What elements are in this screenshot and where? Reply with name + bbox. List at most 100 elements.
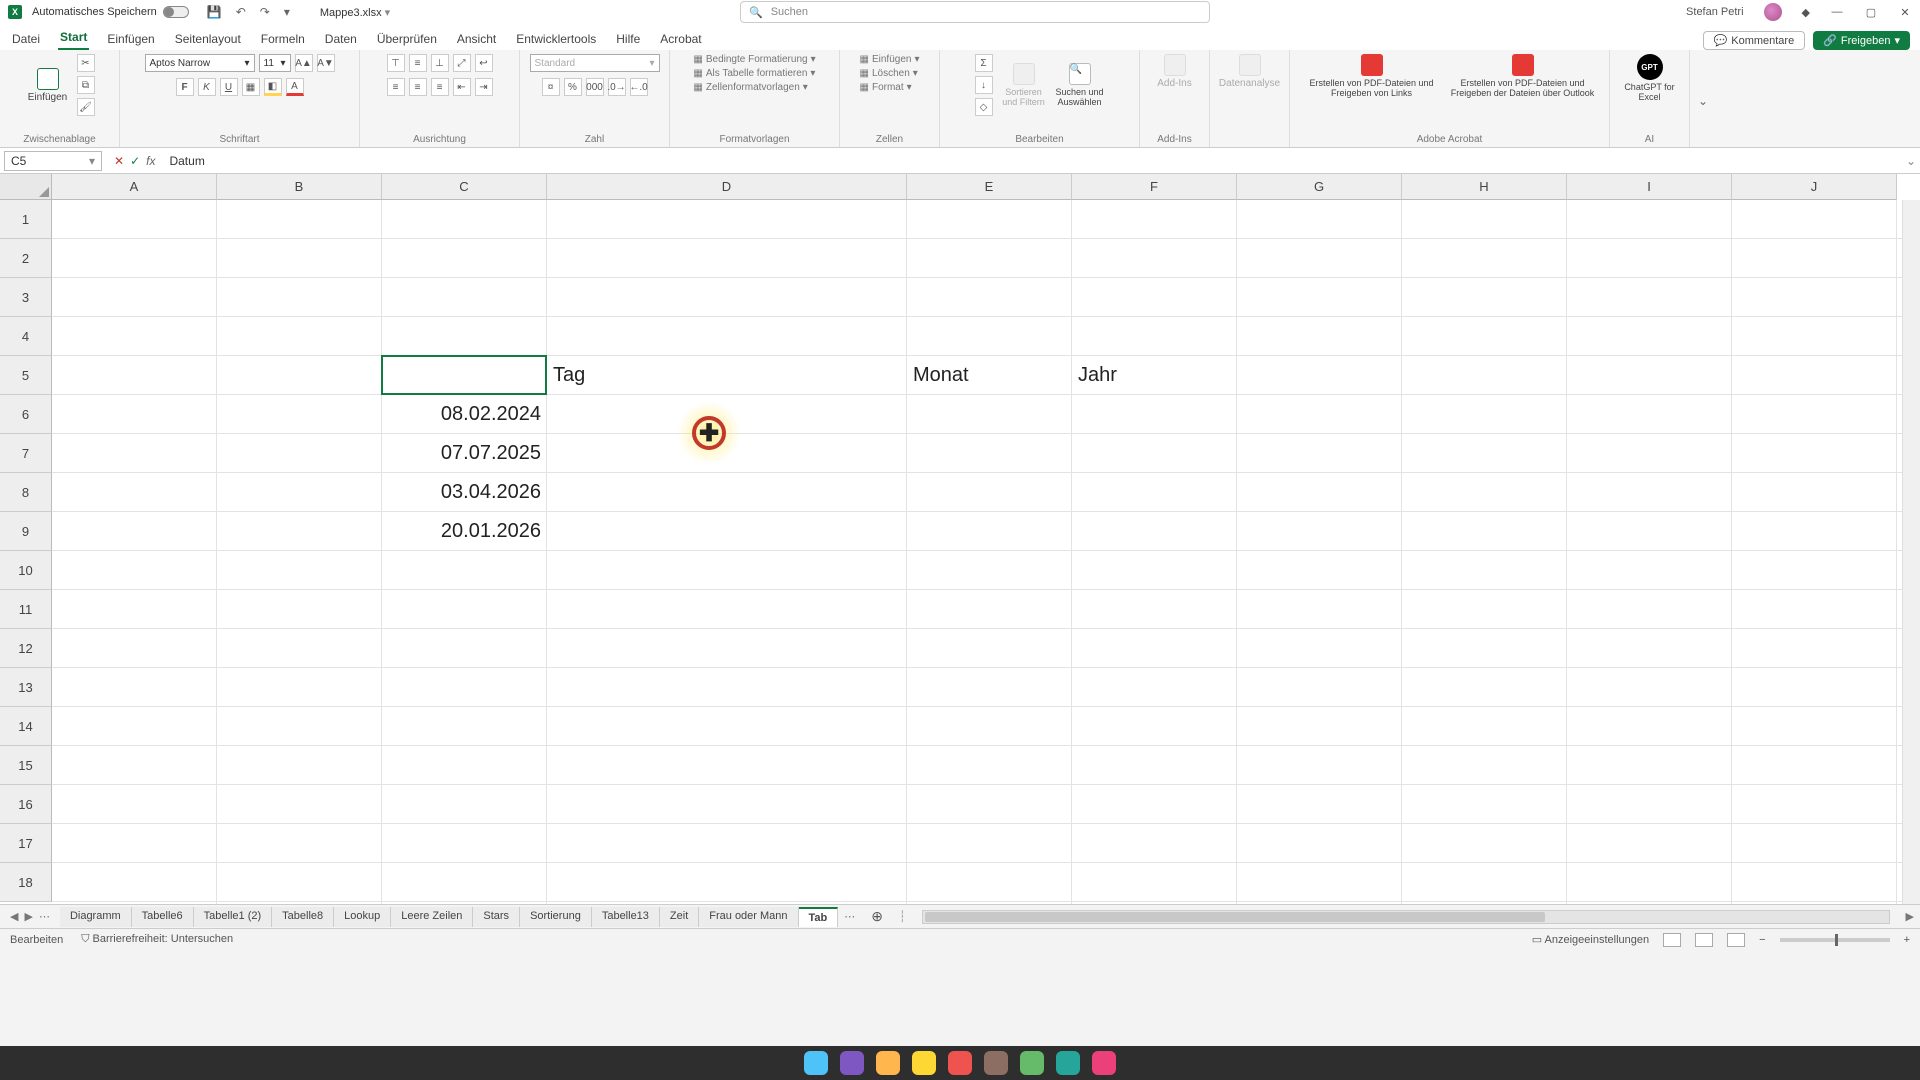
clear-icon[interactable]: ◇ [975, 98, 993, 116]
column-header-D[interactable]: D [547, 174, 907, 200]
row-header-16[interactable]: 16 [0, 785, 52, 824]
scroll-right-icon[interactable]: ▶ [1900, 910, 1920, 923]
sheet-tab-tabelle1-2-[interactable]: Tabelle1 (2) [194, 907, 272, 927]
column-header-G[interactable]: G [1237, 174, 1402, 200]
normal-view-button[interactable] [1663, 933, 1681, 947]
column-header-B[interactable]: B [217, 174, 382, 200]
sheet-tab-zeit[interactable]: Zeit [660, 907, 699, 927]
row-header-13[interactable]: 13 [0, 668, 52, 707]
vertical-scrollbar[interactable] [1902, 200, 1920, 904]
data-analysis-button[interactable]: Datenanalyse [1219, 54, 1280, 89]
row-header-8[interactable]: 8 [0, 473, 52, 512]
italic-button[interactable]: K [198, 78, 216, 96]
fill-color-button[interactable]: ◧ [264, 78, 282, 96]
sheet-tab-stars[interactable]: Stars [473, 907, 520, 927]
taskbar-app-icon[interactable] [1056, 1051, 1080, 1075]
accept-icon[interactable]: ✓ [130, 154, 140, 168]
formula-input[interactable]: Datum [163, 154, 1902, 168]
sheet-nav-next-icon[interactable]: ▶ [24, 910, 32, 923]
ribbon-tab-formeln[interactable]: Formeln [259, 28, 307, 50]
avatar[interactable] [1764, 3, 1782, 21]
column-header-H[interactable]: H [1402, 174, 1567, 200]
row-header-10[interactable]: 10 [0, 551, 52, 590]
sheet-tab-tabelle13[interactable]: Tabelle13 [592, 907, 660, 927]
sort-filter-button[interactable]: Sortieren und Filtern [999, 63, 1049, 107]
row-header-3[interactable]: 3 [0, 278, 52, 317]
cell-E5[interactable]: Monat [907, 356, 1072, 395]
sheet-tab-frau-oder-mann[interactable]: Frau oder Mann [699, 907, 798, 927]
taskbar-app-icon[interactable] [984, 1051, 1008, 1075]
fill-icon[interactable]: ↓ [975, 76, 993, 94]
font-name-select[interactable]: Aptos Narrow▾ [145, 54, 255, 72]
create-pdf-link-button[interactable]: Erstellen von PDF-Dateien und Freigeben … [1302, 54, 1442, 98]
format-cells-button[interactable]: ▦ Format ▾ [860, 82, 920, 93]
align-right-icon[interactable]: ≡ [431, 78, 449, 96]
row-header-5[interactable]: 5 [0, 356, 52, 395]
row-header-18[interactable]: 18 [0, 863, 52, 902]
column-header-F[interactable]: F [1072, 174, 1237, 200]
decrease-font-icon[interactable]: A▼ [317, 54, 335, 72]
page-layout-view-button[interactable] [1695, 933, 1713, 947]
border-button[interactable]: ▦ [242, 78, 260, 96]
orientation-icon[interactable]: ⤢ [453, 54, 471, 72]
paste-button[interactable]: Einfügen [25, 68, 71, 103]
spreadsheet-grid[interactable]: ABCDEFGHIJ 123456789101112131415161718 D… [0, 174, 1920, 904]
ribbon-tab-einfügen[interactable]: Einfügen [105, 28, 156, 50]
taskbar-app-icon[interactable] [1092, 1051, 1116, 1075]
redo-icon[interactable]: ↷ [260, 5, 270, 19]
add-sheet-button[interactable]: ⊕ [861, 908, 893, 925]
underline-button[interactable]: U [220, 78, 238, 96]
ribbon-tab-hilfe[interactable]: Hilfe [614, 28, 642, 50]
save-icon[interactable]: 💾 [207, 5, 222, 19]
cut-icon[interactable]: ✂ [77, 54, 95, 72]
ribbon-tab-seitenlayout[interactable]: Seitenlayout [173, 28, 243, 50]
sheet-tab-tabelle6[interactable]: Tabelle6 [132, 907, 194, 927]
comma-icon[interactable]: 000 [586, 78, 604, 96]
create-pdf-outlook-button[interactable]: Erstellen von PDF-Dateien und Freigeben … [1448, 54, 1598, 98]
ribbon-tab-datei[interactable]: Datei [10, 28, 42, 50]
column-header-E[interactable]: E [907, 174, 1072, 200]
cell-styles-button[interactable]: ▦ Zellenformatvorlagen ▾ [693, 82, 815, 93]
align-middle-icon[interactable]: ≡ [409, 54, 427, 72]
taskbar-app-icon[interactable] [804, 1051, 828, 1075]
wrap-text-icon[interactable]: ↩ [475, 54, 493, 72]
column-header-I[interactable]: I [1567, 174, 1732, 200]
sheet-tab-diagramm[interactable]: Diagramm [60, 907, 132, 927]
row-header-2[interactable]: 2 [0, 239, 52, 278]
find-select-button[interactable]: 🔍Suchen und Auswählen [1055, 63, 1105, 107]
cancel-icon[interactable]: ✕ [114, 154, 124, 168]
number-format-select[interactable]: Standard▾ [530, 54, 660, 72]
user-name[interactable]: Stefan Petri [1686, 6, 1743, 18]
column-header-A[interactable]: A [52, 174, 217, 200]
taskbar-app-icon[interactable] [876, 1051, 900, 1075]
maximize-button[interactable]: ▢ [1864, 6, 1878, 19]
ribbon-tab-überprüfen[interactable]: Überprüfen [375, 28, 439, 50]
cell-C5[interactable]: Datum [382, 356, 547, 395]
delete-cells-button[interactable]: ▦ Löschen ▾ [860, 68, 920, 79]
sheet-tab-tab[interactable]: Tab [799, 907, 839, 927]
align-bottom-icon[interactable]: ⊥ [431, 54, 449, 72]
align-center-icon[interactable]: ≡ [409, 78, 427, 96]
row-header-11[interactable]: 11 [0, 590, 52, 629]
sheet-nav-prev-icon[interactable]: ◀ [10, 910, 18, 923]
row-header-15[interactable]: 15 [0, 746, 52, 785]
font-size-select[interactable]: 11▾ [259, 54, 291, 72]
currency-icon[interactable]: ¤ [542, 78, 560, 96]
addins-button[interactable]: Add-Ins [1152, 54, 1198, 89]
sheet-tab-lookup[interactable]: Lookup [334, 907, 391, 927]
ribbon-collapse-button[interactable]: ⌄ [1690, 50, 1712, 147]
row-header-1[interactable]: 1 [0, 200, 52, 239]
toggle-switch-icon[interactable] [163, 6, 189, 18]
sheet-nav-more-icon[interactable]: ⋯ [39, 910, 50, 923]
horizontal-scrollbar[interactable] [922, 910, 1890, 924]
format-painter-icon[interactable]: 🖌 [77, 98, 95, 116]
document-name[interactable]: Mappe3.xlsx ▾ [320, 6, 390, 19]
close-button[interactable]: ✕ [1898, 6, 1912, 19]
decrease-indent-icon[interactable]: ⇤ [453, 78, 471, 96]
formula-bar-expand-icon[interactable]: ⌄ [1902, 154, 1920, 168]
cell-C9[interactable]: 20.01.2026 [382, 512, 547, 551]
format-as-table-button[interactable]: ▦ Als Tabelle formatieren ▾ [693, 68, 815, 79]
fx-icon[interactable]: fx [146, 154, 155, 168]
copy-icon[interactable]: ⧉ [77, 76, 95, 94]
chatgpt-button[interactable]: GPTChatGPT for Excel [1618, 54, 1681, 102]
